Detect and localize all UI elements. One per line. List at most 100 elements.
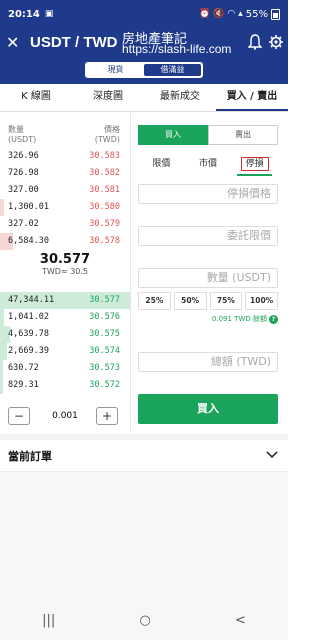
bid-depth-bar (0, 343, 7, 360)
percent-25-button[interactable]: 25% (138, 292, 171, 310)
percent-50-button[interactable]: 50% (173, 292, 207, 310)
current-orders-title: 當前訂單 (8, 450, 52, 463)
tab-latest-trades[interactable]: 最新成交 (144, 84, 216, 111)
buy-sell-toggle: 買入 賣出 (138, 125, 278, 145)
step-value: 0.001 (52, 411, 78, 421)
gear-icon[interactable] (268, 34, 284, 50)
android-nav-bar: ||| ○ < (0, 600, 288, 640)
order-type-market[interactable]: 市價 (185, 154, 232, 176)
close-icon[interactable]: ✕ (6, 33, 19, 52)
current-orders-header[interactable]: 當前訂單 (0, 440, 288, 472)
order-type-stop[interactable]: 停損 (231, 154, 278, 176)
sell-tab[interactable]: 賣出 (208, 125, 278, 145)
wifi-icon: ◠ (227, 9, 236, 19)
watermark-url: https://slash-life.com (122, 42, 232, 56)
order-type-tabs: 限價 市價 停損 (138, 154, 278, 176)
order-type-limit[interactable]: 限價 (138, 154, 185, 176)
bid-amount: 2,669.39 (8, 346, 49, 356)
ask-amount: 726.98 (8, 168, 39, 178)
ask-price: 30.578 (89, 236, 120, 246)
bid-row[interactable]: 1,041.02 30.576 (0, 309, 130, 326)
buy-tab[interactable]: 買入 (138, 125, 208, 145)
battery-icon (271, 8, 280, 20)
view-tabs: K 線圖 深度圖 最新成交 買入 / 賣出 (0, 84, 288, 112)
amount-header-unit: (USDT) (8, 135, 37, 144)
clock: 20:14 (8, 8, 40, 20)
signal-icon: ▴ (238, 9, 243, 19)
help-icon[interactable]: ? (269, 314, 278, 324)
pair-title[interactable]: USDT / TWD (30, 34, 118, 51)
market-segment-control: 現貨 借滿益 (85, 62, 203, 78)
ask-price: 30.580 (89, 202, 120, 212)
available-balance-text: 0.091 TWD 餘額 (211, 315, 267, 323)
bid-amount: 630.72 (8, 363, 39, 373)
price-column-header: 價格 (TWD) (95, 125, 120, 145)
price-step-control: − 0.001 + (0, 407, 130, 429)
total-input[interactable]: 總額 (TWD) (138, 352, 278, 372)
mid-price: 30.577 (39, 252, 91, 267)
decrement-button[interactable]: − (8, 407, 30, 425)
ask-price: 30.583 (89, 151, 120, 161)
segment-margin[interactable]: 借滿益 (144, 64, 201, 76)
price-header-label: 價格 (104, 125, 120, 134)
bid-row[interactable]: 630.72 30.573 (0, 360, 130, 377)
ask-amount: 327.02 (8, 219, 39, 229)
bid-price: 30.574 (89, 346, 120, 356)
available-balance: 0.091 TWD 餘額 ? (212, 314, 278, 324)
bid-price: 30.576 (89, 312, 120, 322)
bid-depth-bar (0, 309, 4, 326)
bid-amount: 4,639.78 (8, 329, 49, 339)
mid-price-twd: TWD≈ 30.5 (41, 267, 88, 276)
ask-price: 30.582 (89, 168, 120, 178)
bid-amount: 1,041.02 (8, 312, 49, 322)
bid-price: 30.577 (89, 295, 120, 305)
percent-75-button[interactable]: 75% (209, 292, 243, 310)
recent-apps-icon[interactable]: ||| (42, 613, 55, 628)
increment-button[interactable]: + (96, 407, 118, 425)
tab-buy-sell[interactable]: 買入 / 賣出 (216, 84, 288, 111)
ask-depth-bar (0, 199, 4, 216)
bid-row[interactable]: 47,344.11 30.577 (0, 292, 130, 309)
ask-amount: 6,584.30 (8, 236, 49, 246)
bid-depth-bar (0, 360, 3, 377)
bid-price: 30.572 (89, 380, 120, 390)
back-icon[interactable]: < (235, 613, 246, 628)
bell-icon[interactable] (248, 34, 262, 50)
bid-row[interactable]: 829.31 30.572 (0, 377, 130, 394)
home-icon[interactable]: ○ (139, 613, 150, 628)
limit-price-input[interactable]: 委託限價 (138, 226, 278, 246)
empty-area (0, 472, 288, 600)
percent-100-button[interactable]: 100% (245, 292, 278, 310)
amount-column-header: 數量 (USDT) (8, 125, 36, 145)
image-notification-icon: ▣ (44, 9, 54, 19)
ask-price: 30.579 (89, 219, 120, 229)
bid-price: 30.575 (89, 329, 120, 339)
tab-kline[interactable]: K 線圖 (0, 84, 72, 111)
ask-row[interactable]: 326.96 30.583 (0, 148, 130, 165)
ask-price: 30.581 (89, 185, 120, 195)
percent-buttons: 25% 50% 75% 100% (138, 292, 278, 310)
bid-row[interactable]: 2,669.39 30.574 (0, 343, 130, 360)
order-book: 數量 (USDT) 價格 (TWD) 326.96 30.583 726.98 30.… (0, 112, 130, 442)
ask-row[interactable]: 6,584.30 30.578 (0, 233, 130, 250)
bid-amount: 829.31 (8, 380, 39, 390)
ask-row[interactable]: 1,300.01 30.580 (0, 199, 130, 216)
bid-row[interactable]: 4,639.78 30.575 (0, 326, 130, 343)
stop-price-input[interactable]: 停損價格 (138, 184, 278, 204)
tab-depth[interactable]: 深度圖 (72, 84, 144, 111)
amount-header-label: 數量 (8, 125, 24, 134)
ask-amount: 1,300.01 (8, 202, 49, 212)
segment-spot[interactable]: 現貨 (87, 64, 144, 76)
app-header: ✕ USDT / TWD 房地產筆記 https://slash-life.co… (0, 28, 288, 84)
bid-depth-bar (0, 377, 3, 394)
quantity-input[interactable]: 數量 (USDT) (138, 268, 278, 288)
bid-price: 30.573 (89, 363, 120, 373)
chevron-down-icon[interactable] (266, 448, 278, 460)
ask-amount: 326.96 (8, 151, 39, 161)
ask-row[interactable]: 327.02 30.579 (0, 216, 130, 233)
ask-row[interactable]: 327.00 30.581 (0, 182, 130, 199)
battery-percent: 55% (245, 8, 268, 20)
ask-row[interactable]: 726.98 30.582 (0, 165, 130, 182)
submit-buy-button[interactable]: 買入 (138, 394, 278, 424)
ask-amount: 327.00 (8, 185, 39, 195)
